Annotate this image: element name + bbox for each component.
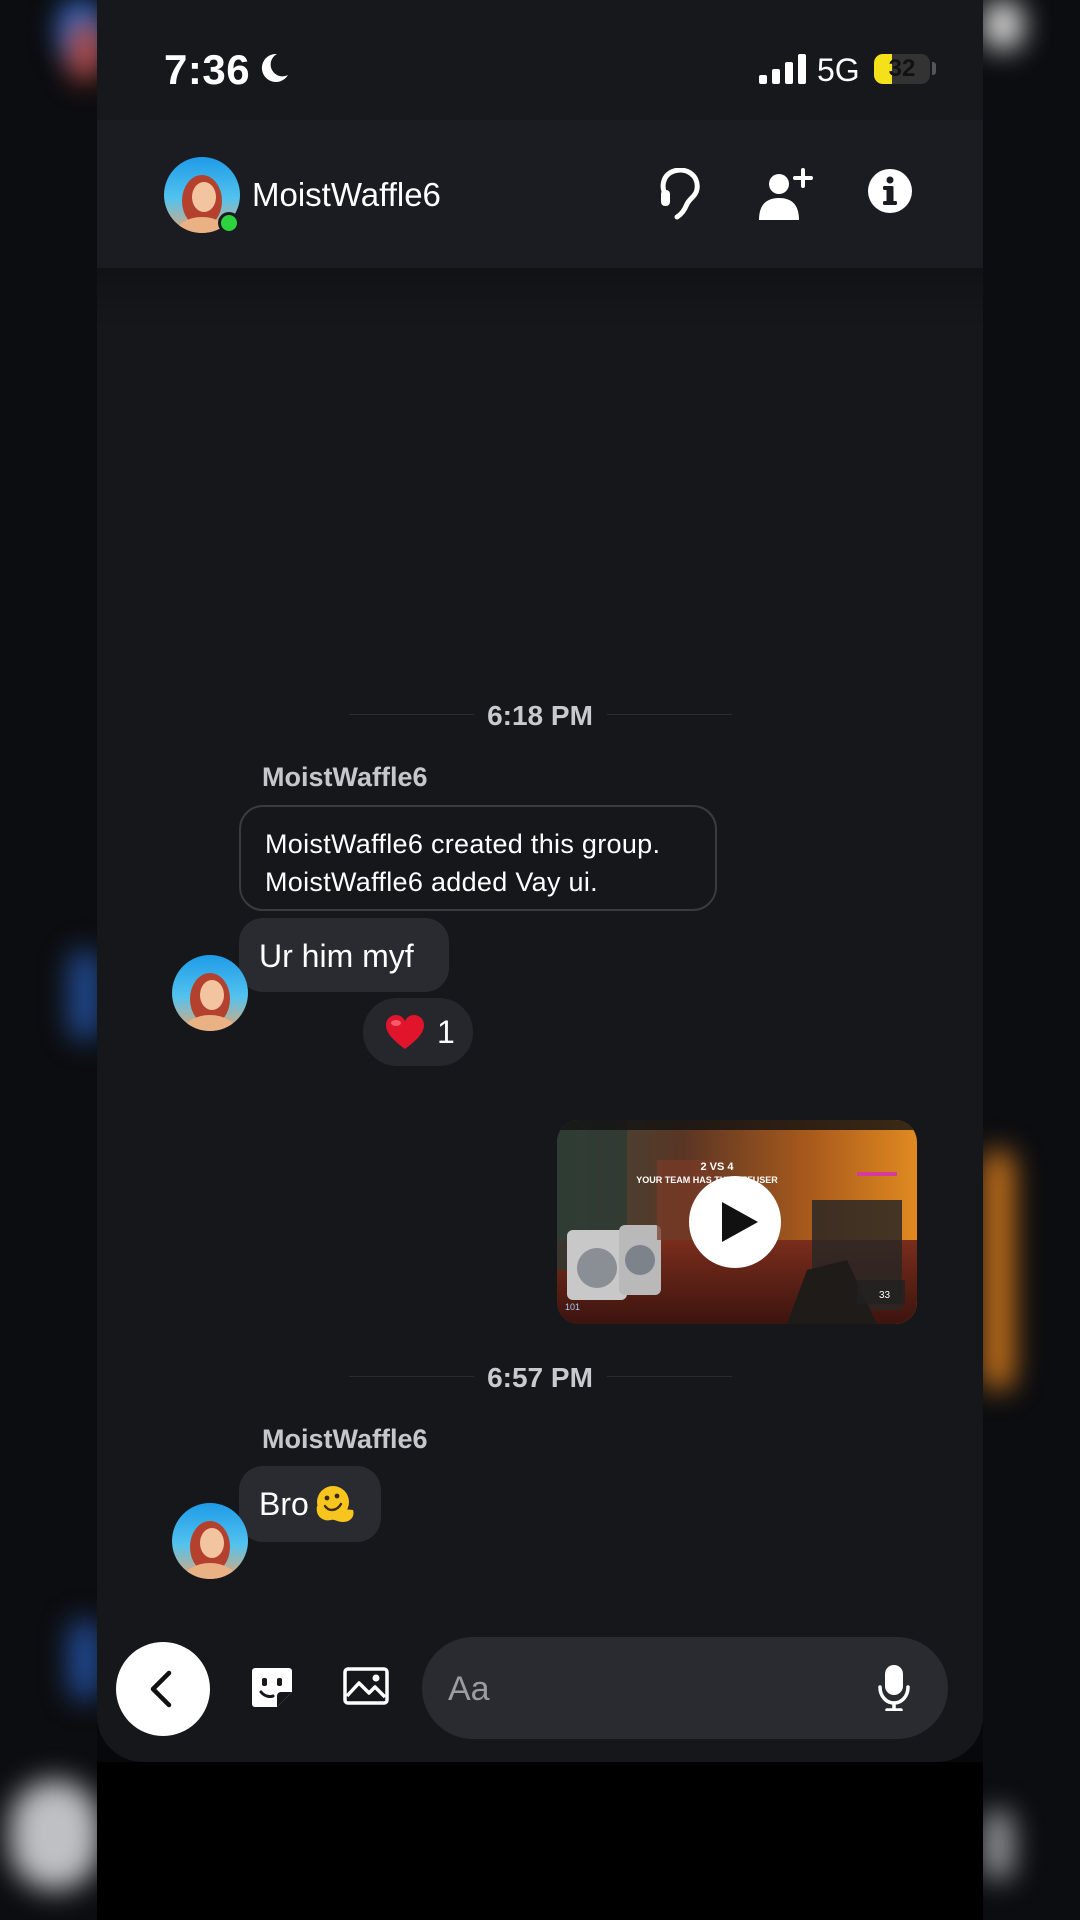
message-bubble[interactable]: Bro <box>239 1466 381 1542</box>
sender-avatar[interactable] <box>172 955 248 1031</box>
play-button[interactable] <box>689 1176 781 1268</box>
timestamp-divider: 6:18 PM <box>487 700 593 731</box>
heart-reaction-icon <box>386 1015 424 1049</box>
status-bar: 7:36 5G 32 <box>97 0 983 120</box>
battery-percentage: 32 <box>888 55 916 82</box>
network-type: 5G <box>817 52 860 88</box>
sender-name: MoistWaffle6 <box>262 1424 428 1454</box>
chat-header: MoistWaffle6 <box>97 120 983 268</box>
microphone-icon[interactable] <box>878 1665 910 1711</box>
right-blurred-background <box>983 0 1080 1920</box>
header-shadow <box>97 268 983 328</box>
contact-name[interactable]: MoistWaffle6 <box>252 176 441 214</box>
sticker-icon[interactable] <box>251 1666 293 1708</box>
message-text: Bro <box>259 1486 309 1522</box>
online-indicator <box>218 212 240 234</box>
message-bubble[interactable]: Ur him myf <box>239 918 449 992</box>
melting-face-emoji <box>316 1486 354 1522</box>
sender-name: MoistWaffle6 <box>262 762 428 792</box>
video-overlay-text: 2 VS 4 <box>700 1161 734 1173</box>
system-message: MoistWaffle6 created this group. MoistWa… <box>239 805 717 911</box>
chat-screen: 7:36 5G 32 MoistWaffle6 6:18 PM MoistWaf… <box>97 0 983 1762</box>
image-icon[interactable] <box>343 1666 389 1706</box>
play-icon <box>722 1202 758 1242</box>
message-input-container <box>422 1637 948 1739</box>
video-message[interactable]: 2 VS 4 YOUR TEAM HAS THE DEFUSER 101 33 <box>557 1120 917 1324</box>
system-message-line: MoistWaffle6 added Vay ui. <box>265 867 598 897</box>
signal-icon <box>759 54 806 84</box>
back-chevron-icon <box>150 1670 172 1708</box>
reaction-count: 1 <box>437 1014 455 1050</box>
system-message-line: MoistWaffle6 created this group. <box>265 829 661 859</box>
reaction-badge[interactable]: 1 <box>360 995 476 1069</box>
battery-nub <box>932 62 936 75</box>
battery-icon: 32 <box>874 54 930 84</box>
message-text: Ur him myf <box>259 938 414 974</box>
add-person-icon[interactable] <box>757 168 813 222</box>
sender-avatar[interactable] <box>172 1503 248 1579</box>
back-button[interactable] <box>116 1642 210 1736</box>
status-time: 7:36 <box>164 46 251 93</box>
left-blurred-background <box>0 0 97 1920</box>
avatar-image <box>172 955 248 1031</box>
avatar-image <box>172 1503 248 1579</box>
message-input[interactable] <box>446 1661 850 1717</box>
video-hud-text: 33 <box>879 1290 891 1301</box>
home-area <box>97 1762 983 1920</box>
timestamp-divider: 6:57 PM <box>487 1362 593 1393</box>
info-icon[interactable] <box>867 168 913 214</box>
video-hud-text: 101 <box>565 1302 580 1312</box>
headset-icon[interactable] <box>657 168 703 222</box>
moon-icon <box>261 53 288 82</box>
